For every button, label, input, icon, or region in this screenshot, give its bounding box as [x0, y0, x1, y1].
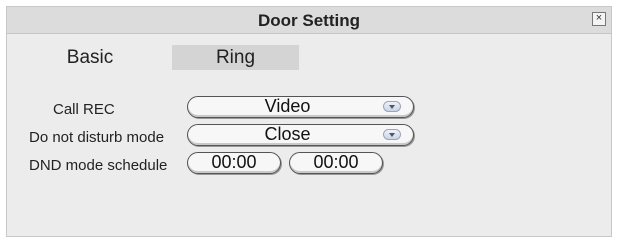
- call-rec-label: Call REC: [53, 101, 115, 118]
- dialog-title: Door Setting: [258, 11, 360, 30]
- dnd-mode-label: Do not disturb mode: [29, 129, 165, 146]
- tab-ring[interactable]: Ring: [172, 45, 299, 70]
- dnd-start-time-field[interactable]: 00:00: [187, 152, 281, 174]
- dnd-mode-select[interactable]: Close: [187, 124, 414, 146]
- dnd-mode-value: Close: [264, 124, 311, 144]
- dnd-end-time-field[interactable]: 00:00: [289, 152, 383, 174]
- call-rec-value: Video: [264, 96, 311, 116]
- dnd-schedule-label: DND mode schedule: [29, 157, 168, 174]
- title-bar: Door Setting ×: [7, 7, 611, 34]
- chevron-down-icon: [383, 129, 401, 140]
- close-icon[interactable]: ×: [592, 12, 606, 26]
- dnd-end-time-value: 00:00: [313, 152, 359, 172]
- tab-basic[interactable]: Basic: [35, 45, 145, 70]
- call-rec-select[interactable]: Video: [187, 96, 414, 118]
- chevron-down-icon: [383, 101, 401, 112]
- dnd-start-time-value: 00:00: [211, 152, 257, 172]
- door-setting-dialog: Door Setting × Basic Ring Call REC Video…: [6, 6, 612, 237]
